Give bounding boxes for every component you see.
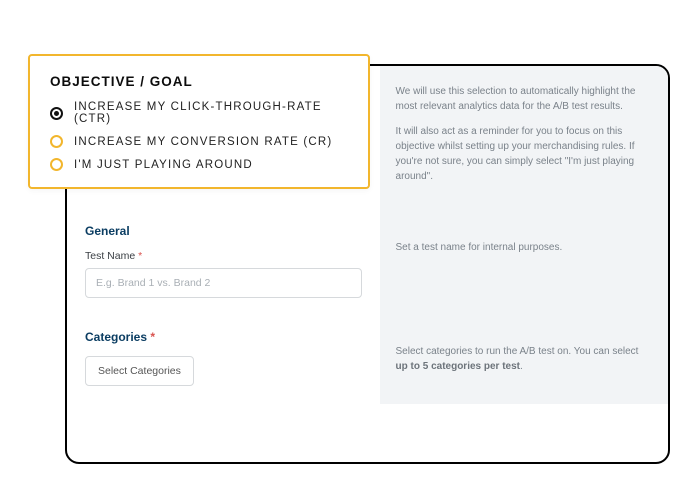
objective-help-p1: We will use this selection to automatica…	[396, 84, 652, 114]
radio-icon	[50, 158, 63, 171]
select-categories-button[interactable]: Select Categories	[85, 356, 194, 386]
categories-help-prefix: Select categories to run the A/B test on…	[396, 346, 639, 357]
test-name-label: Test Name *	[85, 250, 362, 262]
categories-help-text: Select categories to run the A/B test on…	[396, 344, 652, 374]
categories-title-text: Categories	[85, 330, 147, 344]
radio-icon	[50, 135, 63, 148]
general-left: General Test Name *	[67, 206, 380, 316]
test-name-label-text: Test Name	[85, 250, 135, 262]
categories-help: Select categories to run the A/B test on…	[380, 316, 668, 404]
categories-title: Categories *	[85, 330, 362, 344]
general-title: General	[85, 224, 362, 238]
objective-option-label: I'M JUST PLAYING AROUND	[74, 159, 253, 171]
objective-option-label: INCREASE MY CLICK-THROUGH-RATE (CTR)	[74, 101, 348, 125]
required-mark: *	[138, 250, 142, 262]
radio-dot-icon	[54, 111, 59, 116]
objective-card: OBJECTIVE / GOAL INCREASE MY CLICK-THROU…	[28, 54, 370, 189]
categories-help-strong: up to 5 categories per test	[396, 361, 520, 372]
select-categories-label: Select Categories	[98, 365, 181, 377]
objective-help: We will use this selection to automatica…	[380, 66, 668, 206]
general-help-text: Set a test name for internal purposes.	[396, 240, 652, 255]
radio-icon	[50, 107, 63, 120]
categories-section: Categories * Select Categories Select ca…	[67, 316, 668, 404]
objective-option-ctr[interactable]: INCREASE MY CLICK-THROUGH-RATE (CTR)	[50, 101, 348, 125]
test-name-input[interactable]	[85, 268, 362, 298]
objective-option-label: INCREASE MY CONVERSION RATE (CR)	[74, 136, 332, 148]
objective-option-playing[interactable]: I'M JUST PLAYING AROUND	[50, 158, 348, 171]
objective-help-p2: It will also act as a reminder for you t…	[396, 124, 652, 184]
categories-help-suffix: .	[520, 361, 523, 372]
required-mark: *	[150, 330, 155, 344]
general-help: Set a test name for internal purposes.	[380, 206, 668, 316]
general-section: General Test Name * Set a test name for …	[67, 206, 668, 316]
categories-left: Categories * Select Categories	[67, 316, 380, 404]
objective-card-title: OBJECTIVE / GOAL	[50, 74, 348, 89]
objective-option-cr[interactable]: INCREASE MY CONVERSION RATE (CR)	[50, 135, 348, 148]
